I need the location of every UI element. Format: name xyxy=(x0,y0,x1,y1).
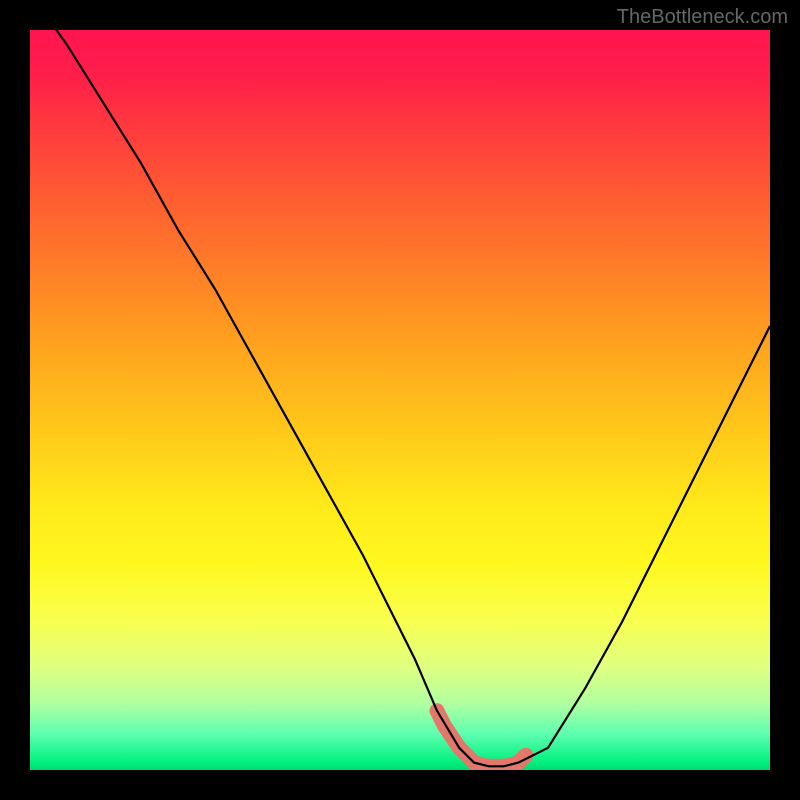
curve-svg xyxy=(30,30,770,770)
bottleneck-curve xyxy=(30,30,770,766)
plot-area xyxy=(30,30,770,770)
optimal-range-highlight xyxy=(437,711,526,767)
watermark-text: TheBottleneck.com xyxy=(617,6,788,29)
